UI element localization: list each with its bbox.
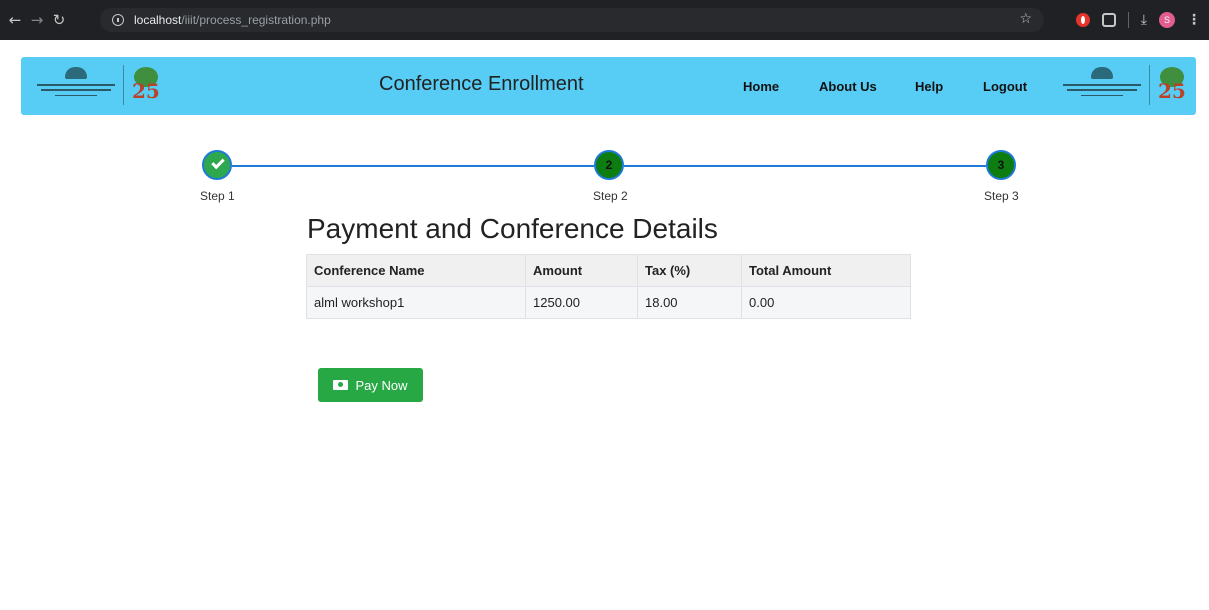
header-amount: Amount bbox=[525, 254, 638, 287]
step-1-circle bbox=[202, 150, 232, 180]
step-2-circle: 2 bbox=[594, 150, 624, 180]
header-total-amount: Total Amount bbox=[741, 254, 911, 287]
step-3-label: Step 3 bbox=[984, 189, 1019, 203]
conference-details-table: Conference Name Amount Tax (%) Total Amo… bbox=[306, 254, 911, 319]
cell-total-amount: 0.00 bbox=[741, 286, 911, 319]
cell-conference-name: alml workshop1 bbox=[306, 286, 526, 319]
header-tax: Tax (%) bbox=[637, 254, 742, 287]
header-conference-name: Conference Name bbox=[306, 254, 526, 287]
cell-amount: 1250.00 bbox=[525, 286, 638, 319]
pay-now-button[interactable]: Pay Now bbox=[318, 368, 423, 402]
step-2-label: Step 2 bbox=[593, 189, 628, 203]
table-row: alml workshop1 1250.00 18.00 0.00 bbox=[306, 286, 911, 319]
table-header-row: Conference Name Amount Tax (%) Total Amo… bbox=[306, 254, 911, 287]
step-connector bbox=[624, 165, 986, 167]
money-icon bbox=[333, 380, 349, 390]
page-title: Payment and Conference Details bbox=[307, 213, 718, 244]
progress-stepper: 2 3 Step 1 Step 2 Step 3 bbox=[0, 0, 1209, 210]
step-3-circle: 3 bbox=[986, 150, 1016, 180]
cell-tax: 18.00 bbox=[637, 286, 742, 319]
pay-now-label: Pay Now bbox=[355, 377, 408, 393]
step-connector bbox=[232, 165, 594, 167]
step-1-label: Step 1 bbox=[200, 189, 235, 203]
checkmark-icon bbox=[211, 155, 225, 170]
